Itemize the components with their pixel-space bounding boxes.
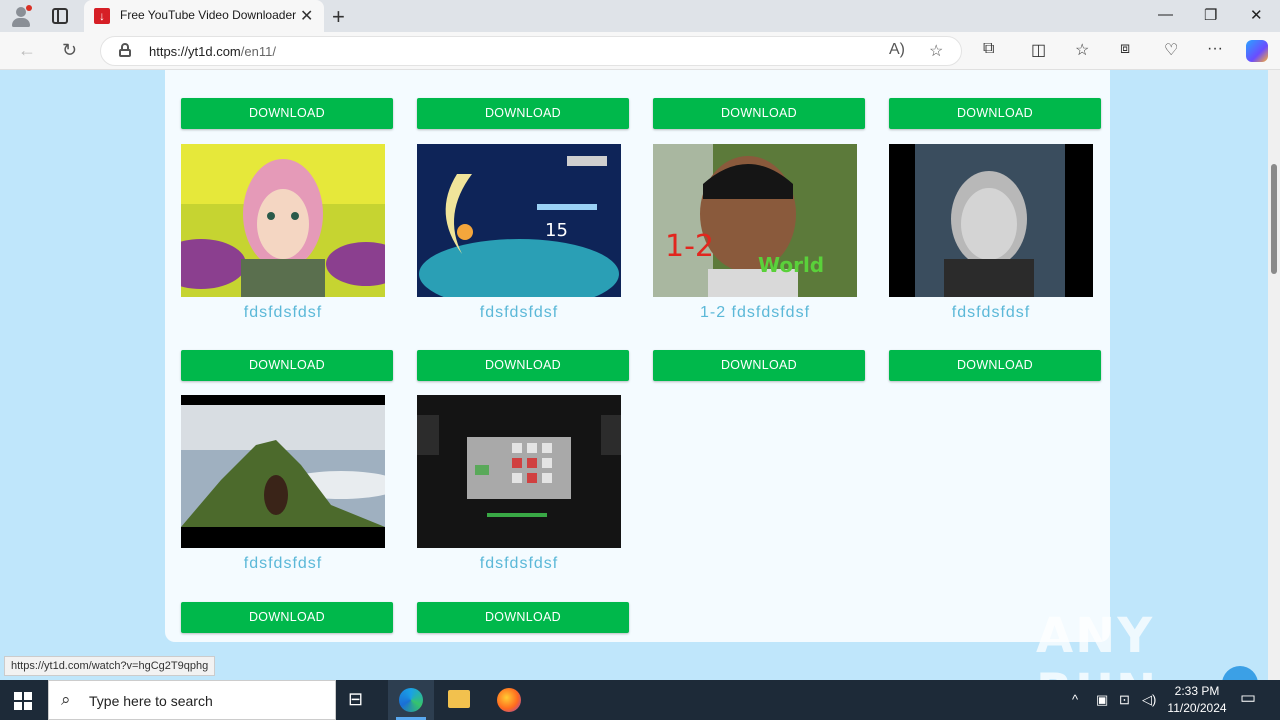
search-icon: ⌕: [61, 690, 71, 709]
video-thumbnail[interactable]: 15: [417, 144, 621, 297]
device-icon[interactable]: ▣: [1096, 692, 1108, 708]
favorite-star-icon[interactable]: ☆: [929, 41, 943, 61]
download-button[interactable]: DOWNLOAD: [181, 602, 393, 633]
video-thumbnail[interactable]: [889, 144, 1093, 297]
tab-bar: ↓ Free YouTube Video Downloader ✕ + — ❐ …: [0, 0, 1280, 32]
video-title[interactable]: fdsfdsfdsf: [177, 555, 389, 573]
edge-icon: [399, 688, 423, 712]
taskbar-clock[interactable]: 2:33 PM 11/20/2024: [1160, 683, 1234, 717]
scrollbar-thumb[interactable]: [1271, 164, 1277, 274]
download-button[interactable]: DOWNLOAD: [653, 350, 865, 381]
download-button[interactable]: DOWNLOAD: [889, 350, 1101, 381]
video-thumbnail[interactable]: [181, 144, 385, 297]
url-path: /en11/: [240, 44, 276, 59]
clock-time: 2:33 PM: [1174, 684, 1220, 698]
video-title[interactable]: fdsfdsfdsf: [177, 304, 389, 322]
tab-active[interactable]: ↓ Free YouTube Video Downloader ✕: [84, 0, 324, 32]
download-button[interactable]: DOWNLOAD: [181, 350, 393, 381]
maximize-icon[interactable]: ❐: [1204, 6, 1217, 24]
navigation-bar: ← ↻ https://yt1d.com/en11/ A) ☆ ⧉ ◫ ☆ ⧈ …: [0, 32, 1280, 70]
taskbar: ⌕ Type here to search ⊟ ^ ▣ ⊡ ◁) 2:33 PM…: [0, 680, 1280, 720]
back-icon[interactable]: ←: [18, 40, 36, 61]
tab-title: Free YouTube Video Downloader: [120, 8, 297, 22]
download-button[interactable]: DOWNLOAD: [181, 98, 393, 129]
refresh-icon[interactable]: ↻: [62, 40, 77, 61]
search-placeholder: Type here to search: [89, 693, 213, 709]
video-title[interactable]: fdsfdsfdsf: [413, 304, 625, 322]
video-title[interactable]: fdsfdsfdsf: [885, 304, 1097, 322]
download-button[interactable]: DOWNLOAD: [417, 98, 629, 129]
video-title[interactable]: 1-2 fdsfdsfdsf: [649, 304, 861, 322]
task-view-icon[interactable]: ⊟: [348, 689, 372, 713]
firefox-icon[interactable]: [497, 688, 521, 712]
download-button[interactable]: DOWNLOAD: [417, 350, 629, 381]
url-text: https://yt1d.com/en11/: [149, 44, 276, 59]
download-button[interactable]: DOWNLOAD: [417, 602, 629, 633]
page-scrollbar[interactable]: [1268, 70, 1280, 680]
svg-text:15: 15: [545, 220, 568, 241]
new-tab-icon[interactable]: +: [332, 4, 345, 30]
file-explorer-icon[interactable]: [448, 690, 470, 708]
download-button[interactable]: DOWNLOAD: [889, 98, 1101, 129]
close-window-icon[interactable]: ✕: [1250, 6, 1263, 24]
windows-start-icon[interactable]: [14, 692, 32, 710]
svg-text:World: World: [758, 253, 824, 277]
tab-actions-icon[interactable]: [52, 8, 68, 24]
more-options-icon[interactable]: ···: [1207, 40, 1223, 58]
split-screen-icon[interactable]: ◫: [1031, 40, 1046, 60]
video-thumbnail[interactable]: [181, 395, 385, 548]
volume-icon[interactable]: ◁): [1142, 692, 1156, 708]
network-icon[interactable]: ⊡: [1119, 692, 1130, 708]
collections-icon[interactable]: ⧈: [1120, 40, 1130, 58]
minimize-icon[interactable]: —: [1158, 6, 1173, 23]
download-arrow-icon: ↓: [94, 8, 110, 24]
clock-date: 11/20/2024: [1167, 701, 1227, 715]
svg-text:1-2: 1-2: [665, 229, 714, 264]
show-hidden-icons-icon[interactable]: ^: [1072, 692, 1078, 707]
page-viewport: DOWNLOAD DOWNLOAD DOWNLOAD DOWNLOAD 15 1…: [0, 70, 1280, 680]
video-thumbnail[interactable]: [417, 395, 621, 548]
read-aloud-icon[interactable]: A): [889, 41, 905, 59]
edge-taskbar-button[interactable]: [388, 680, 434, 720]
taskbar-search[interactable]: ⌕ Type here to search: [48, 680, 336, 720]
url-host: https://yt1d.com: [149, 44, 241, 59]
video-results-panel: DOWNLOAD DOWNLOAD DOWNLOAD DOWNLOAD 15 1…: [165, 70, 1110, 642]
close-tab-icon[interactable]: ✕: [300, 6, 313, 26]
video-thumbnail[interactable]: 1-2 World: [653, 144, 857, 297]
profile-icon[interactable]: [10, 5, 32, 27]
address-bar[interactable]: https://yt1d.com/en11/ A) ☆: [100, 36, 962, 66]
copilot-icon[interactable]: [1246, 40, 1268, 62]
lock-icon[interactable]: [119, 43, 131, 57]
browser-essentials-icon[interactable]: ♡: [1164, 40, 1178, 60]
extensions-icon[interactable]: ⧉: [983, 40, 994, 58]
notifications-icon[interactable]: ▭: [1240, 688, 1256, 708]
video-title[interactable]: fdsfdsfdsf: [413, 555, 625, 573]
favorites-icon[interactable]: ☆: [1075, 40, 1089, 60]
status-url: https://yt1d.com/watch?v=hgCg2T9qphg: [4, 656, 216, 676]
download-button[interactable]: DOWNLOAD: [653, 98, 865, 129]
